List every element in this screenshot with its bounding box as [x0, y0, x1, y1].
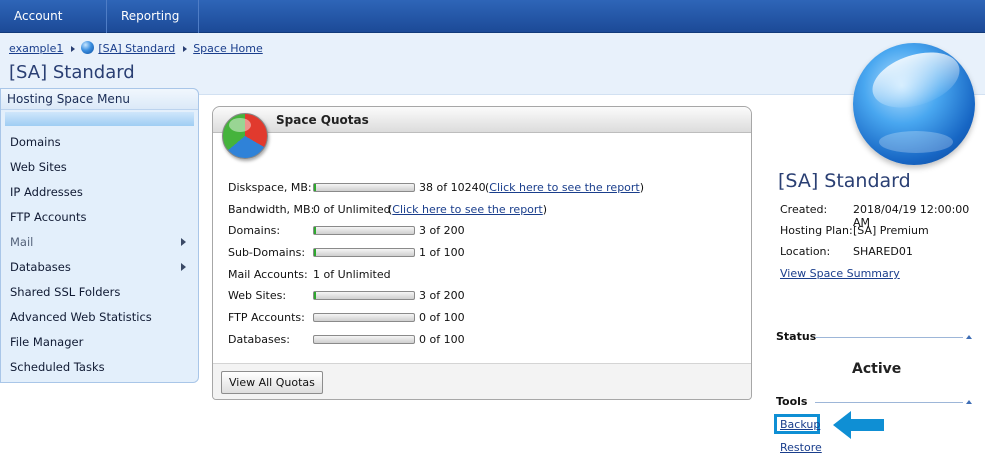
hosting-plan-label: Hosting Plan: [780, 224, 853, 237]
top-nav-bar: Account Home Reporting [0, 0, 985, 56]
menu-item-domains[interactable]: Domains [10, 132, 190, 152]
quota-panel-footer: View All Quotas [213, 363, 751, 399]
account-home-tab[interactable]: Account Home [0, 0, 107, 56]
quota-panel-title: Space Quotas [276, 113, 369, 127]
quota-progress-fill [314, 249, 316, 256]
backup-link[interactable]: Backup [780, 418, 820, 431]
quota-label: Bandwidth, MB: [228, 203, 315, 216]
location-label: Location: [780, 245, 831, 258]
page-title: [SA] Standard [9, 62, 135, 83]
collapse-up-icon[interactable] [966, 335, 972, 339]
status-value: Active [852, 361, 902, 377]
breadcrumb-arrow-icon [183, 46, 188, 52]
reporting-menu[interactable]: Reporting [107, 0, 199, 52]
location-value: SHARED01 [853, 245, 913, 258]
menu-item-mail[interactable]: Mail [10, 232, 190, 252]
quota-progress-fill [314, 227, 316, 234]
restore-link[interactable]: Restore [780, 441, 822, 454]
quota-progress-bar [313, 291, 415, 300]
quota-progress-bar [313, 248, 415, 257]
menu-title: Hosting Space Menu [1, 89, 198, 110]
quota-value: 0 of 100 [419, 333, 465, 346]
hosting-plan-value: [SA] Premium [853, 224, 929, 237]
quota-label: Domains: [228, 224, 281, 237]
quota-label: Web Sites: [228, 289, 287, 302]
breadcrumb-user-link[interactable]: example1 [9, 42, 63, 55]
globe-icon [81, 41, 95, 54]
view-all-quotas-button[interactable]: View All Quotas [221, 371, 323, 394]
menu-header-bar [5, 112, 194, 126]
quota-progress-bar [313, 313, 415, 322]
quota-value: 38 of 10240 [419, 181, 486, 194]
divider [815, 402, 963, 403]
breadcrumb: example1 [SA] Standard Space Home [9, 41, 263, 55]
quota-progress-fill [314, 184, 316, 191]
breadcrumb-space-link[interactable]: [SA] Standard [98, 42, 175, 55]
created-label: Created: [780, 203, 828, 216]
quota-value: 0 of 100 [419, 311, 465, 324]
quota-progress-fill [314, 292, 316, 299]
bandwidth-report-link[interactable]: Click here to see the report [392, 203, 542, 216]
breadcrumb-space-home-link[interactable]: Space Home [193, 42, 263, 55]
quota-progress-bar [313, 226, 415, 235]
space-name: [SA] Standard [778, 170, 911, 192]
pie-chart-icon [222, 113, 268, 159]
tools-section-title: Tools [776, 395, 808, 408]
view-space-summary-link[interactable]: View Space Summary [780, 267, 900, 280]
chevron-right-icon [181, 263, 186, 271]
quota-value: 1 of Unlimited [313, 268, 391, 281]
collapse-up-icon[interactable] [966, 400, 972, 404]
quota-label: Databases: [228, 333, 290, 346]
bandwidth-report-link-wrapper: (Click here to see the report) [388, 203, 548, 216]
globe-icon [853, 43, 975, 165]
menu-item-databases[interactable]: Databases [10, 257, 190, 277]
menu-item-web-sites[interactable]: Web Sites [10, 157, 190, 177]
breadcrumb-arrow-icon [71, 46, 76, 52]
quota-label: Diskspace, MB: [228, 181, 312, 194]
menu-item-advanced-web-statistics[interactable]: Advanced Web Statistics [10, 307, 190, 327]
quota-value: 0 of Unlimited [313, 203, 391, 216]
quota-label: Mail Accounts: [228, 268, 308, 281]
quota-value: 3 of 200 [419, 224, 465, 237]
quota-value: 3 of 200 [419, 289, 465, 302]
quota-label: Sub-Domains: [228, 246, 306, 259]
menu-item-file-manager[interactable]: File Manager [10, 332, 190, 352]
quota-progress-bar [313, 183, 415, 192]
menu-item-scheduled-tasks[interactable]: Scheduled Tasks [10, 357, 190, 377]
chevron-right-icon [181, 238, 186, 246]
quota-value: 1 of 100 [419, 246, 465, 259]
divider [815, 337, 963, 338]
status-section-title: Status [776, 330, 817, 343]
space-quotas-panel: Space Quotas Diskspace, MB: 38 of 10240 … [212, 106, 752, 400]
arrow-left-icon [833, 411, 884, 439]
menu-item-shared-ssl-folders[interactable]: Shared SSL Folders [10, 282, 190, 302]
quota-progress-bar [313, 335, 415, 344]
diskspace-report-link[interactable]: Click here to see the report [489, 181, 639, 194]
menu-item-ftp-accounts[interactable]: FTP Accounts [10, 207, 190, 227]
quota-label: FTP Accounts: [228, 311, 305, 324]
menu-item-ip-addresses[interactable]: IP Addresses [10, 182, 190, 202]
diskspace-report-link-wrapper: (Click here to see the report) [485, 181, 645, 194]
